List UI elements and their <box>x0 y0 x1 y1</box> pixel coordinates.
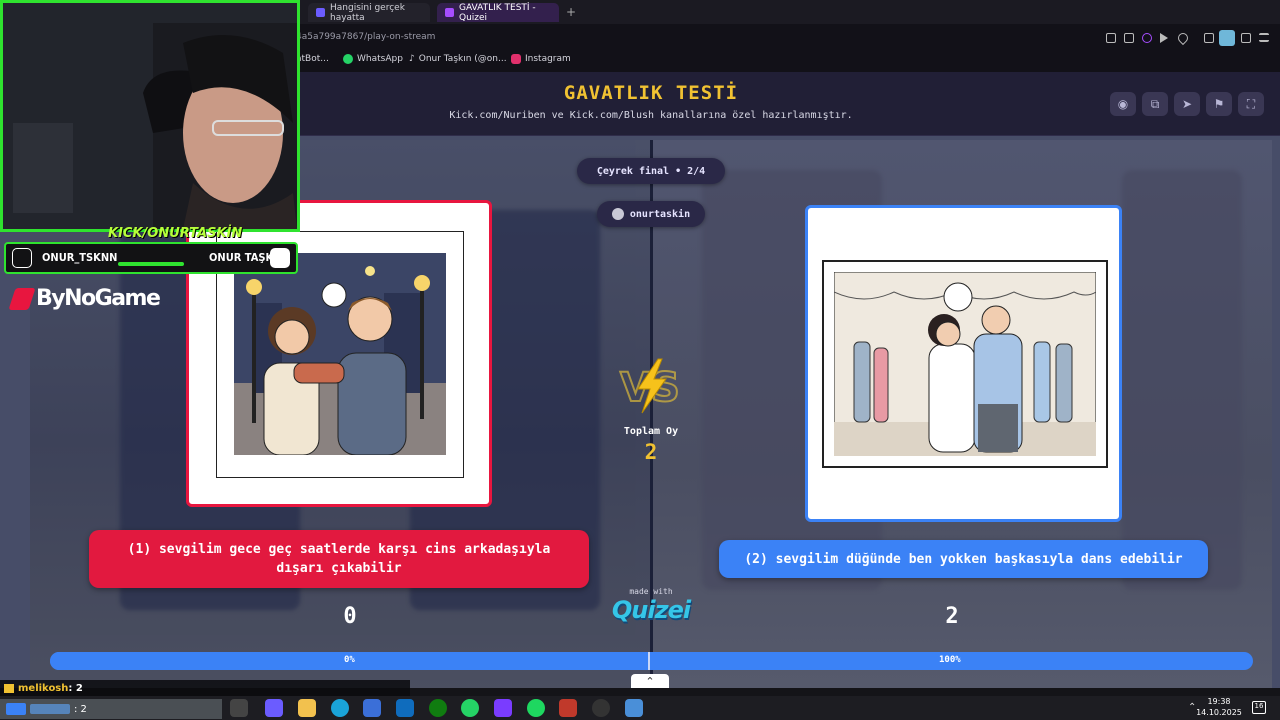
avatar <box>611 208 624 220</box>
xbox-icon[interactable] <box>429 699 447 717</box>
notification-badge[interactable]: 16 <box>1252 701 1266 714</box>
round-indicator: Çeyrek final • 2/4 <box>577 158 725 184</box>
made-with-label: made with <box>629 587 673 596</box>
youtube-icon <box>270 248 290 268</box>
vote-progress-bar: 0% 100% <box>50 652 1253 670</box>
instagram-icon <box>511 54 521 64</box>
url-text: 4a5a799a7867/play-on-stream <box>296 32 436 42</box>
tab-quizei[interactable]: GAVATLIK TESTİ - Quizei <box>437 2 559 23</box>
menu-icon[interactable] <box>1259 33 1269 42</box>
tab-favicon-icon <box>316 8 325 17</box>
task-view-icon[interactable] <box>230 699 248 717</box>
discord-icon[interactable] <box>494 699 512 717</box>
percent-left: 0% <box>344 655 355 665</box>
share-icon[interactable]: ⧉ <box>1142 92 1168 116</box>
quizei-logo[interactable]: Quizei <box>596 596 706 624</box>
total-votes-value: 2 <box>644 440 658 464</box>
sponsor-name: ByNoGame <box>36 286 161 311</box>
tab-hangisini[interactable]: Hangisini gerçek hayatta <box>308 2 430 23</box>
total-votes-label: Toplam Oy <box>623 426 679 437</box>
image-frame <box>822 260 1108 468</box>
copilot-icon[interactable] <box>265 699 283 717</box>
option-button-1[interactable]: (1) sevgilim gece geç saatlerde karşı ci… <box>89 530 589 588</box>
new-tab-button[interactable]: + <box>566 5 576 19</box>
chat-overlay-line: : 2 <box>0 699 222 719</box>
shield-icon[interactable] <box>1142 33 1152 43</box>
clock-date: 14.10.2025 <box>1196 708 1242 717</box>
chat-user-placeholder <box>30 704 70 714</box>
night-walk-illustration <box>234 253 446 455</box>
app-icon[interactable] <box>592 699 610 717</box>
bookmark-label: Instagram <box>525 54 571 64</box>
screenshot-icon[interactable] <box>1124 33 1134 43</box>
bookmark-label: atBot... <box>296 54 329 64</box>
bookmark-label: Onur Taşkın (@on... <box>418 54 507 64</box>
edge-icon[interactable] <box>331 699 349 717</box>
tab-label: Hangisini gerçek hayatta <box>330 2 405 23</box>
bynogame-icon <box>8 287 36 310</box>
host-name: onurtaskin <box>629 208 691 220</box>
streamer-camera-image <box>3 3 297 229</box>
outlook-icon[interactable] <box>396 699 414 717</box>
chat-text: : 2 <box>74 703 87 715</box>
file-explorer-icon[interactable] <box>298 699 316 717</box>
whatsapp-icon <box>343 54 353 64</box>
collapse-chevron-up-icon[interactable]: ⌃ <box>631 674 669 688</box>
bookmark-label: WhatsApp <box>357 54 403 64</box>
instagram-icon <box>12 248 32 268</box>
eye-icon[interactable]: ◉ <box>1110 92 1136 116</box>
chat-user: melikosh <box>18 682 69 694</box>
extensions-icon[interactable] <box>1204 33 1214 43</box>
download-icon[interactable] <box>1241 33 1251 43</box>
kick-handle: KICK/ONURTASKİN <box>108 226 243 241</box>
percent-right: 100% <box>939 655 961 665</box>
chat-text: : 2 <box>68 682 83 694</box>
clock-time: 19:38 <box>1207 697 1231 706</box>
chat-overlay-line: melikosh : 2 <box>0 680 410 696</box>
badge-icon <box>6 703 26 715</box>
sponsor-logo: ByNoGame <box>8 286 161 311</box>
whatsapp-icon[interactable] <box>461 699 479 717</box>
instagram-handle: ONUR_TSKNN <box>42 251 118 264</box>
flag-icon[interactable]: ⚑ <box>1206 92 1232 116</box>
bookmark-tiktok[interactable]: ♪ Onur Taşkın (@on... <box>409 54 507 64</box>
profile-avatar[interactable] <box>1219 30 1235 46</box>
obs-icon[interactable] <box>559 699 577 717</box>
system-clock[interactable]: 19:38 14.10.2025 <box>1196 696 1242 718</box>
tab-label: GAVATLIK TESTİ - Quizei <box>459 2 536 23</box>
tiktok-icon: ♪ <box>409 54 415 64</box>
crown-icon <box>4 683 14 693</box>
votes-count-left: 0 <box>343 604 357 629</box>
versus-icon: VS <box>619 358 681 414</box>
option-card-right[interactable] <box>805 205 1122 522</box>
app-icon[interactable] <box>625 699 643 717</box>
option-button-2[interactable]: (2) sevgilim düğünde ben yokken başkasıy… <box>719 540 1208 578</box>
bookmark-icon[interactable] <box>1106 33 1116 43</box>
accent-line <box>118 262 184 266</box>
spotify-icon[interactable] <box>527 699 545 717</box>
tab-favicon-icon <box>445 8 454 17</box>
bookmark-whatsapp[interactable]: WhatsApp <box>343 54 403 64</box>
send-icon[interactable]: ➤ <box>1174 92 1200 116</box>
bookmark-chatbot[interactable]: atBot... <box>296 54 329 64</box>
play-icon[interactable] <box>1160 33 1168 43</box>
webcam-feed <box>0 0 300 232</box>
wedding-dance-illustration <box>834 272 1096 456</box>
bookmark-instagram[interactable]: Instagram <box>511 54 571 64</box>
host-badge: onurtaskin <box>597 201 705 227</box>
store-icon[interactable] <box>363 699 381 717</box>
fullscreen-icon[interactable]: ⛶ <box>1238 92 1264 116</box>
votes-count-right: 2 <box>945 604 959 629</box>
